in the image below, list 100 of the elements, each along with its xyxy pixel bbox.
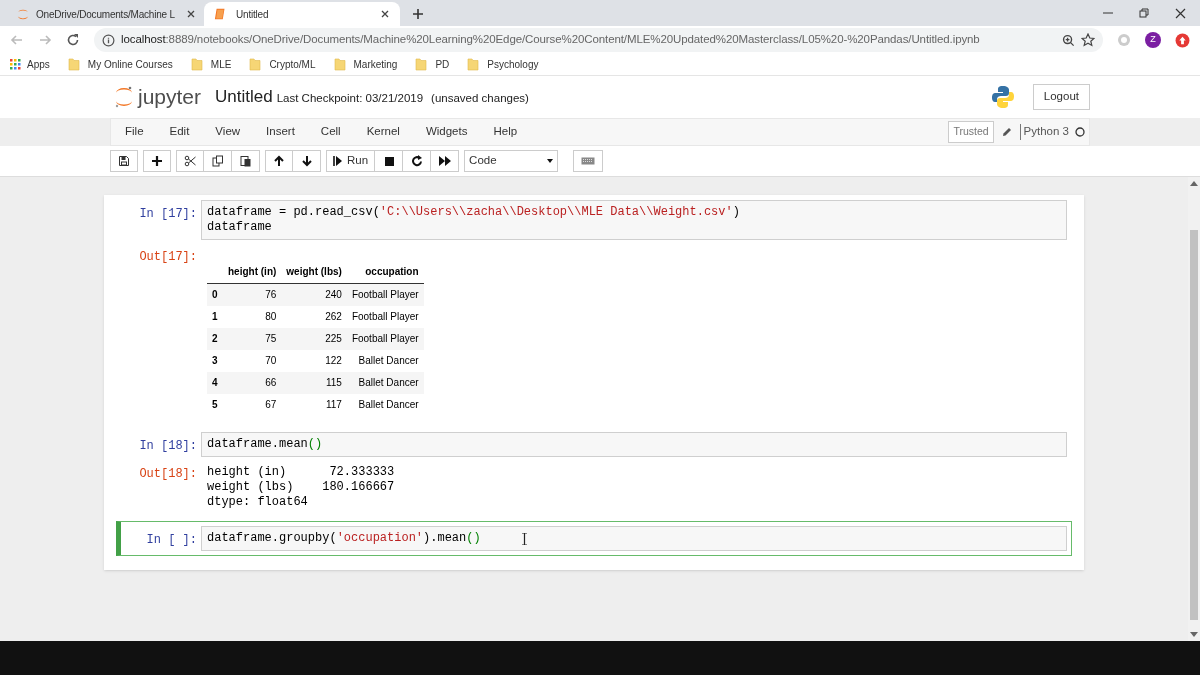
browser-tab[interactable]: OneDrive/Documents/Machine L bbox=[8, 2, 204, 26]
menu-item[interactable]: View bbox=[205, 123, 251, 141]
menu-item[interactable]: Widgets bbox=[415, 123, 478, 141]
menu-item[interactable]: Cell bbox=[310, 123, 351, 141]
jupyter-logo-icon[interactable] bbox=[114, 85, 134, 109]
text-cursor-icon bbox=[520, 532, 528, 545]
save-button[interactable] bbox=[110, 150, 138, 172]
move-up-icon bbox=[273, 155, 285, 167]
jupyter-wordmark[interactable]: jupyter bbox=[138, 81, 202, 113]
paste-button[interactable] bbox=[232, 150, 260, 172]
table-cell: 262 bbox=[281, 305, 347, 328]
bookmark-link[interactable]: Crypto/ML bbox=[269, 57, 316, 72]
bookmark-link[interactable]: My Online Courses bbox=[87, 57, 173, 72]
star-icon[interactable] bbox=[1081, 33, 1095, 47]
bookmark-link[interactable]: Marketing bbox=[353, 57, 398, 72]
move-up-button[interactable] bbox=[265, 150, 293, 172]
zoom-icon[interactable] bbox=[1062, 33, 1075, 47]
row-index: 0 bbox=[207, 283, 223, 306]
close-icon[interactable] bbox=[380, 9, 390, 19]
url-text: localhost:8889/notebooks/OneDrive/Documents/Machine%20Learning%20Edge/Course%20Content/MLE%20Updated%20Masterclass/L05%20-%20Pandas/Untitled.ipynb bbox=[121, 32, 981, 48]
apps-grid-icon[interactable] bbox=[10, 59, 21, 70]
tab-title: OneDrive/Documents/Machine L bbox=[36, 7, 176, 22]
table-cell: 122 bbox=[281, 349, 347, 372]
table-cell: Ballet Dancer bbox=[346, 371, 424, 394]
trusted-badge[interactable]: Trusted bbox=[948, 121, 994, 143]
caret-icon bbox=[547, 159, 554, 163]
info-icon bbox=[102, 33, 115, 47]
menu-item[interactable]: Help bbox=[483, 123, 528, 141]
bookmark-link[interactable]: MLE bbox=[210, 57, 232, 72]
save-icon bbox=[118, 155, 130, 167]
tab-title: Untitled bbox=[236, 7, 270, 22]
output-text: height (in) 72.333333 weight (lbs) 180.166667 dtype: float64 bbox=[207, 464, 395, 510]
kernel-name: Python 3 bbox=[1023, 124, 1069, 140]
column-header: height (in) bbox=[223, 260, 282, 284]
row-index: 2 bbox=[207, 327, 223, 350]
input-prompt: In [18]: bbox=[138, 437, 198, 455]
code-editor[interactable]: dataframe = pd.read_csv('C:\\Users\\zacha\\Desktop\\MLE Data\\Weight.csv') dataframe bbox=[201, 200, 1067, 240]
row-index: 5 bbox=[207, 393, 223, 416]
close-icon[interactable] bbox=[1175, 7, 1186, 19]
command-palette-button[interactable] bbox=[573, 150, 604, 172]
keyboard-icon bbox=[581, 156, 596, 166]
move-down-button[interactable] bbox=[293, 150, 321, 172]
table-cell: 117 bbox=[281, 393, 347, 416]
add-cell-icon bbox=[151, 155, 163, 167]
bookmark-link[interactable]: Apps bbox=[27, 57, 50, 72]
table-cell: 115 bbox=[281, 371, 347, 394]
table-cell: 67 bbox=[223, 393, 282, 416]
menu-item[interactable]: Insert bbox=[256, 123, 305, 141]
row-index: 3 bbox=[207, 349, 223, 372]
copy-button[interactable] bbox=[204, 150, 232, 172]
add-cell-button[interactable] bbox=[143, 150, 171, 172]
table-cell: Football Player bbox=[346, 327, 424, 350]
menu-item[interactable]: Kernel bbox=[356, 123, 410, 141]
code-editor[interactable]: dataframe.groupby('occupation').mean() bbox=[201, 525, 1067, 551]
restore-icon[interactable] bbox=[1139, 8, 1149, 18]
table-cell: Ballet Dancer bbox=[346, 349, 424, 372]
kernel-idle-icon bbox=[1075, 127, 1085, 137]
pencil-icon[interactable] bbox=[1001, 127, 1012, 137]
copy-icon bbox=[211, 155, 224, 167]
menu-item[interactable]: Edit bbox=[159, 123, 200, 141]
paste-icon bbox=[239, 155, 252, 167]
table-cell: 70 bbox=[223, 349, 282, 372]
column-header: occupation bbox=[346, 260, 424, 284]
fast-forward-icon bbox=[438, 155, 451, 167]
table-cell: 80 bbox=[223, 305, 282, 328]
restart-run-all-button[interactable] bbox=[431, 150, 460, 172]
notebook-title[interactable]: Untitled bbox=[215, 84, 273, 110]
step-icon bbox=[333, 155, 343, 167]
row-index: 1 bbox=[207, 305, 223, 328]
interrupt-button[interactable] bbox=[375, 150, 404, 172]
cut-icon bbox=[184, 155, 196, 167]
extension-icon[interactable] bbox=[1175, 32, 1190, 48]
reload-icon[interactable] bbox=[66, 33, 80, 47]
table-cell: Football Player bbox=[346, 283, 424, 306]
scroll-up-icon[interactable] bbox=[1190, 180, 1198, 186]
input-prompt: In [17]: bbox=[138, 206, 198, 223]
browser-tab[interactable]: Untitled bbox=[204, 2, 400, 26]
close-icon[interactable] bbox=[186, 9, 196, 19]
output-prompt: Out[18]: bbox=[138, 465, 198, 483]
restart-icon bbox=[410, 155, 423, 167]
bookmark-link[interactable]: PD bbox=[435, 57, 450, 72]
table-cell: 76 bbox=[223, 283, 282, 306]
output-prompt: Out[17]: bbox=[138, 249, 198, 266]
row-index: 4 bbox=[207, 371, 223, 394]
code-editor[interactable]: dataframe.mean() bbox=[201, 431, 1067, 457]
cell-type-dropdown[interactable]: Code bbox=[464, 150, 559, 172]
table-cell: Ballet Dancer bbox=[346, 393, 424, 416]
move-down-icon bbox=[300, 155, 313, 167]
cut-button[interactable] bbox=[176, 150, 204, 172]
bookmark-link[interactable]: Psychology bbox=[487, 57, 539, 72]
address-bar[interactable]: localhost:8889/notebooks/OneDrive/Documents/Machine%20Learning%20Edge/Course%20Content/MLE%20Updated%20Masterclass/L05%20-%20Pandas/Untitled.ipynb bbox=[94, 28, 1103, 52]
run-button[interactable]: Run bbox=[326, 150, 376, 172]
table-cell: 225 bbox=[281, 327, 347, 350]
logout-button[interactable]: Logout bbox=[1032, 84, 1090, 110]
python-logo-icon bbox=[990, 85, 1015, 109]
restart-button[interactable] bbox=[403, 150, 432, 172]
new-tab-icon[interactable] bbox=[412, 8, 424, 20]
scroll-down-icon[interactable] bbox=[1190, 632, 1198, 638]
profile-avatar[interactable]: Z bbox=[1145, 32, 1161, 48]
menu-item[interactable]: File bbox=[115, 123, 154, 141]
